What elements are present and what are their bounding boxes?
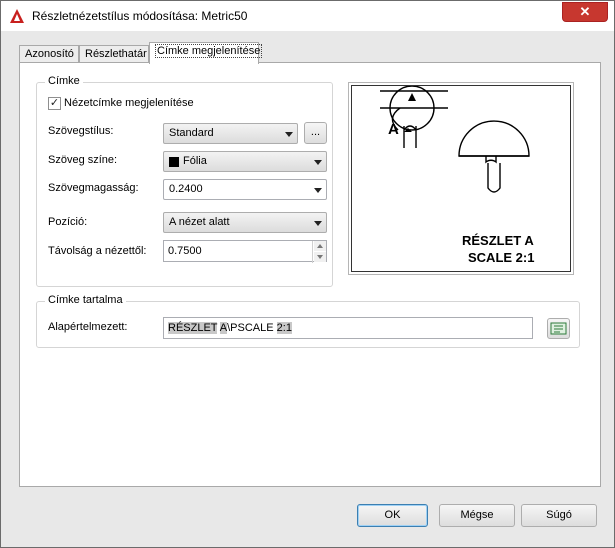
- label-group: Címke ✓ Nézetcímke megjelenítése Szövegs…: [36, 75, 333, 287]
- insert-field-button[interactable]: [547, 318, 570, 339]
- text-style-value: Standard: [169, 127, 214, 139]
- show-label-checkbox-text: Nézetcímke megjelenítése: [64, 97, 194, 109]
- field-scale: 2:1: [276, 322, 292, 334]
- preview-caption-line1: RÉSZLET A: [462, 233, 534, 248]
- preview-pane: A RÉSZLET A SCALE 2:1: [348, 82, 574, 275]
- label-content-group: Címke tartalma Alapértelmezett: RÉSZLET …: [36, 294, 580, 348]
- default-content-value: RÉSZLET A\PSCALE 2:1: [168, 322, 292, 334]
- distance-spinner[interactable]: [312, 241, 326, 263]
- preview-letter: A: [388, 121, 399, 138]
- position-value: A nézet alatt: [169, 216, 230, 228]
- label-content-group-legend: Címke tartalma: [45, 294, 126, 306]
- text-height-combo[interactable]: 0.2400: [163, 179, 327, 200]
- dialog-window: Részletnézetstílus módosítása: Metric50 …: [0, 0, 615, 548]
- spin-up-icon[interactable]: [314, 241, 326, 251]
- browse-text-style-button[interactable]: ...: [304, 122, 327, 144]
- help-button[interactable]: Súgó: [521, 504, 597, 527]
- chevron-down-icon: [314, 160, 322, 165]
- text-style-dropdown[interactable]: Standard: [163, 123, 298, 144]
- ok-button[interactable]: OK: [357, 504, 428, 527]
- position-dropdown[interactable]: A nézet alatt: [163, 212, 327, 233]
- tab-detail-boundary[interactable]: Részlethatár: [79, 45, 149, 63]
- autocad-app-icon: [10, 9, 24, 23]
- preview-canvas: A RÉSZLET A SCALE 2:1: [351, 85, 571, 272]
- title-bar: Részletnézetstílus módosítása: Metric50 …: [1, 1, 614, 31]
- tab-identifier[interactable]: Azonosító: [19, 45, 79, 63]
- window-title: Részletnézetstílus módosítása: Metric50: [32, 9, 248, 23]
- color-swatch-icon: [169, 157, 179, 167]
- chevron-down-icon: [314, 221, 322, 226]
- spin-down-icon[interactable]: [314, 252, 326, 262]
- field-view-label: A: [219, 322, 228, 334]
- label-group-legend: Címke: [45, 75, 83, 87]
- text-height-label: Szövegmagasság:: [48, 182, 139, 194]
- text-color-dropdown[interactable]: Fólia: [163, 151, 327, 172]
- preview-caption-line2: SCALE 2:1: [468, 250, 535, 265]
- default-content-label: Alapértelmezett:: [48, 321, 128, 333]
- chevron-down-icon: [285, 132, 293, 137]
- insert-field-icon: [550, 322, 567, 335]
- chevron-down-icon: [314, 188, 322, 193]
- distance-label: Távolság a nézettől:: [48, 245, 147, 257]
- detail-drawing-graphic: A: [380, 86, 530, 193]
- text-style-label: Szövegstílus:: [48, 125, 114, 137]
- field-rESZLET: RÉSZLET: [168, 322, 218, 334]
- position-label: Pozíció:: [48, 216, 88, 228]
- tab-label-display-text: Címke megjelenítése: [155, 44, 263, 58]
- field-pscale: \PSCALE: [227, 322, 277, 334]
- show-label-checkbox[interactable]: ✓: [48, 97, 61, 110]
- text-height-value: 0.2400: [169, 183, 203, 195]
- distance-value: 0.7500: [168, 245, 202, 257]
- cancel-button[interactable]: Mégse: [439, 504, 515, 527]
- close-button[interactable]: ✕: [562, 2, 608, 22]
- tab-panel: Címke ✓ Nézetcímke megjelenítése Szövegs…: [19, 62, 601, 487]
- default-content-input[interactable]: RÉSZLET A\PSCALE 2:1: [163, 317, 533, 339]
- text-color-value: Fólia: [183, 155, 207, 167]
- distance-input[interactable]: 0.7500: [163, 240, 327, 263]
- tab-label-display[interactable]: Címke megjelenítése: [149, 42, 263, 64]
- text-color-label: Szöveg színe:: [48, 154, 118, 166]
